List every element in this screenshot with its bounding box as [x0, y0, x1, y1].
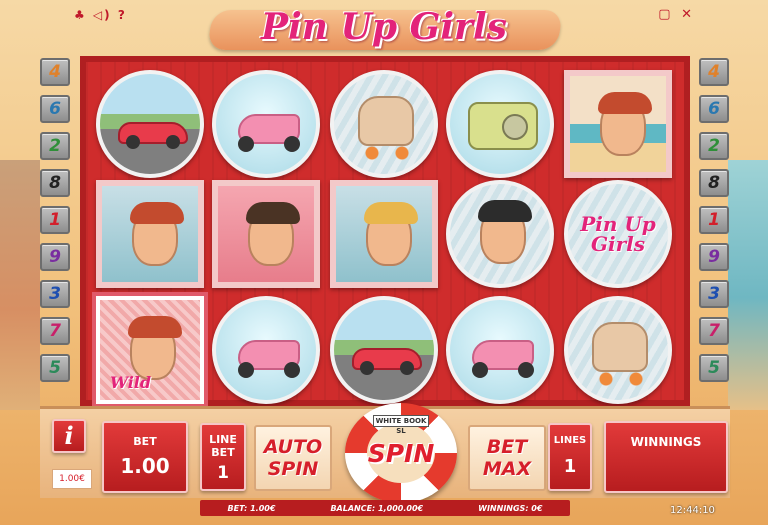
scooter-art — [238, 114, 300, 152]
swimsuit-portrait-art — [598, 92, 652, 156]
payline-right-3[interactable]: 3 — [699, 280, 729, 308]
info-button[interactable]: i — [52, 419, 86, 453]
bet-label: BET — [133, 435, 157, 448]
line-bet-label: LINE BET — [209, 433, 237, 459]
logo-symbol-line1: Pin Up — [580, 212, 656, 236]
scooter-art — [238, 340, 300, 378]
auto-spin-button[interactable]: AUTO SPIN — [254, 425, 332, 491]
line-bet-button[interactable]: LINE BET 1 — [200, 423, 246, 491]
symbol-car — [96, 70, 204, 178]
lines-value: 1 — [563, 456, 577, 477]
status-bar: BET: 1.00€ BALANCE: 1,000.00€ WINNINGS: … — [200, 500, 570, 516]
payline-right-1[interactable]: 1 — [699, 206, 729, 234]
wild-label: Wild — [110, 373, 152, 392]
symbol-roller-skate — [330, 70, 438, 178]
winnings-label: WINNINGS — [630, 435, 702, 449]
payline-right-5[interactable]: 5 — [699, 354, 729, 382]
clock: 12:44:10 — [670, 505, 715, 516]
line-bet-value: 1 — [217, 463, 229, 483]
symbol-man-portrait — [446, 180, 554, 288]
symbol-scooter — [212, 70, 320, 178]
symbol-brunette-portrait — [212, 180, 320, 288]
payline-left-5[interactable]: 5 — [40, 354, 70, 382]
payline-right-4[interactable]: 4 — [699, 58, 729, 86]
roller-skate-art — [592, 322, 648, 386]
redhead-portrait-art — [130, 202, 184, 266]
logo-symbol-text: Pin Up Girls — [568, 214, 668, 254]
status-winnings: WINNINGS: 0€ — [478, 503, 543, 513]
payline-left-1[interactable]: 1 — [40, 206, 70, 234]
beach-background-left — [0, 160, 40, 410]
status-balance: BALANCE: 1,000.00€ — [330, 503, 424, 513]
lines-button[interactable]: LINES 1 — [548, 423, 592, 491]
logo-symbol-line2: Girls — [590, 232, 646, 256]
winnings-display: WINNINGS — [604, 421, 728, 493]
payline-left-3[interactable]: 3 — [40, 280, 70, 308]
payline-left-7[interactable]: 7 — [40, 317, 70, 345]
payline-left-2[interactable]: 2 — [40, 132, 70, 160]
payline-right-7[interactable]: 7 — [699, 317, 729, 345]
bet-display[interactable]: BET 1.00 — [102, 421, 188, 493]
symbol-radio — [446, 70, 554, 178]
lines-label: LINES — [553, 435, 587, 446]
beach-background-right — [728, 160, 768, 410]
blonde-portrait-art — [364, 202, 418, 266]
payline-left-9[interactable]: 9 — [40, 243, 70, 271]
payline-left-4[interactable]: 4 — [40, 58, 70, 86]
symbol-wild-portrait: Wild — [96, 296, 204, 404]
game-title: Pin Up Girls — [261, 6, 507, 48]
coin-value-selector[interactable]: 1.00€ — [52, 469, 92, 489]
reels-area: Wild Pin Up Girls — [80, 56, 690, 406]
control-panel: i 1.00€ BET 1.00 LINE BET 1 AUTO SPIN WH… — [40, 403, 730, 503]
symbol-car — [330, 296, 438, 404]
car-art — [352, 348, 422, 375]
symbol-blonde-portrait — [330, 180, 438, 288]
payline-right-2[interactable]: 2 — [699, 132, 729, 160]
symbol-logo: Pin Up Girls — [564, 180, 672, 288]
wild-portrait-art — [128, 316, 182, 380]
payline-right-8[interactable]: 8 — [699, 169, 729, 197]
scooter-art — [472, 340, 534, 378]
bet-max-button[interactable]: BET MAX — [468, 425, 546, 491]
radio-art — [468, 102, 538, 150]
spin-badge: WHITE BOOK SL — [373, 415, 429, 435]
bet-value: 1.00 — [120, 454, 170, 478]
payline-right-9[interactable]: 9 — [699, 243, 729, 271]
symbol-swimsuit-portrait — [564, 70, 672, 178]
payline-indicators-right: 4 6 2 8 1 9 3 7 5 — [699, 58, 729, 391]
symbol-scooter — [446, 296, 554, 404]
spin-button[interactable]: WHITE BOOK SL SPIN — [345, 403, 457, 503]
symbol-roller-skate — [564, 296, 672, 404]
spin-label: SPIN — [367, 439, 435, 468]
payline-left-6[interactable]: 6 — [40, 95, 70, 123]
payline-right-6[interactable]: 6 — [699, 95, 729, 123]
car-art — [118, 122, 188, 149]
roller-skate-art — [358, 96, 414, 160]
status-bet: BET: 1.00€ — [227, 503, 276, 513]
brunette-portrait-art — [246, 202, 300, 266]
symbol-redhead-portrait — [96, 180, 204, 288]
payline-indicators-left: 4 6 2 8 1 9 3 7 5 — [40, 58, 70, 391]
symbol-scooter — [212, 296, 320, 404]
payline-left-8[interactable]: 8 — [40, 169, 70, 197]
man-portrait-art — [478, 200, 532, 264]
